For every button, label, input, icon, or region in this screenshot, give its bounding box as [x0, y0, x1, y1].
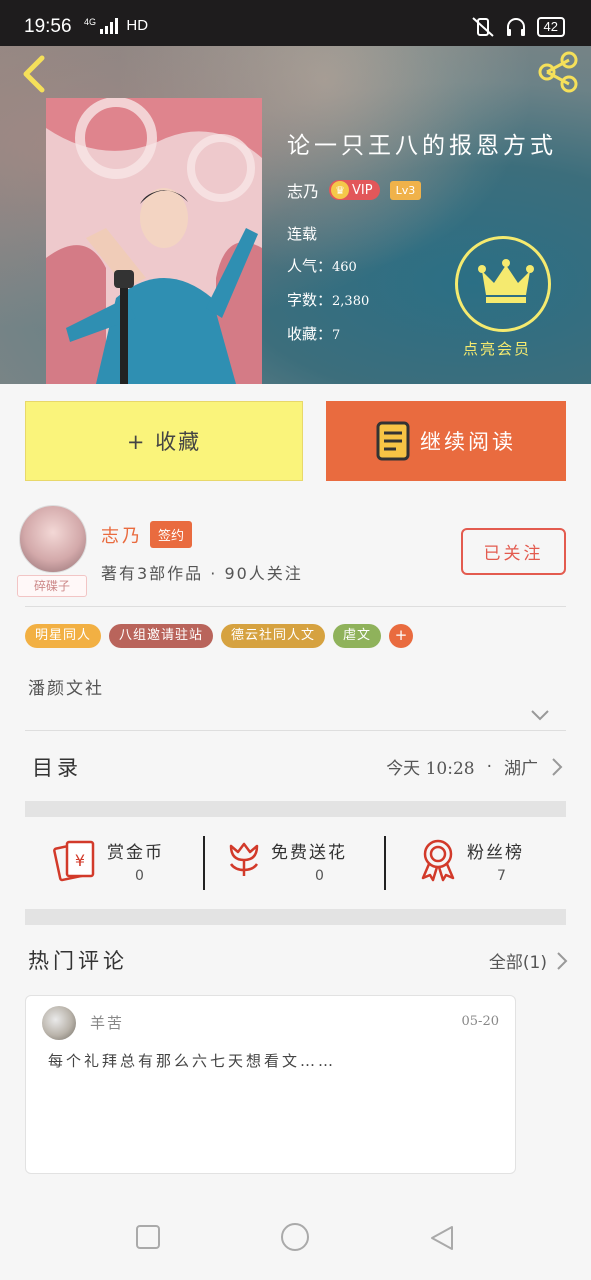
red-envelope-icon: ¥: [53, 840, 95, 882]
tag-chip[interactable]: 虐文: [333, 624, 382, 648]
favorites-label: 收藏：: [287, 325, 333, 343]
toc-latest[interactable]: 今天 10:28 · 湖广: [386, 754, 564, 779]
cover-image: [46, 98, 262, 384]
continue-reading-label: 继续阅读: [420, 430, 516, 454]
vertical-divider: [384, 836, 386, 890]
book-cover[interactable]: [46, 98, 262, 384]
crown-icon: [478, 259, 534, 303]
follow-button[interactable]: 已关注: [461, 528, 566, 575]
status-time: 19:56: [24, 16, 72, 37]
send-flower-label: 免费送花: [271, 843, 347, 863]
back-arrow-icon[interactable]: [14, 52, 54, 96]
book-description: 潘颜文社: [28, 679, 104, 699]
network-indicator: 4G HD: [84, 17, 148, 34]
all-comments-link[interactable]: 全部(1): [489, 948, 569, 973]
favorites-row: 收藏：7: [287, 318, 369, 352]
flower-icon: [229, 842, 259, 876]
add-tag-button[interactable]: +: [389, 624, 414, 648]
signed-badge: 签约: [150, 521, 193, 548]
vip-membership-button[interactable]: [455, 236, 551, 332]
divider: [25, 730, 566, 731]
book-header: 论一只王八的报恩方式 志乃 ♛ VIP Lv3 连载 人气：460 字数：2,3…: [0, 46, 591, 384]
headphone-icon: [506, 18, 525, 36]
tag-chip[interactable]: 八组邀请驻站: [109, 624, 214, 648]
vertical-divider: [203, 836, 205, 890]
level-badge: Lv3: [389, 180, 422, 200]
divider: [25, 606, 566, 607]
toc-updated: 今天 10:28: [386, 759, 475, 779]
send-flower-button[interactable]: 免费送花 0: [221, 830, 371, 892]
word-count-row: 字数：2,380: [287, 284, 369, 318]
avatar[interactable]: [19, 505, 87, 573]
avatar-tag: 碎碟子: [17, 575, 87, 597]
reward-coins-label: 赏金币: [107, 843, 164, 863]
fan-ranking-value: 7: [497, 868, 506, 884]
reward-row: ¥ 赏金币 0 免费送花 0 粉丝榜 7: [25, 830, 566, 892]
book-icon: [376, 421, 410, 461]
svg-text:¥: ¥: [75, 851, 85, 870]
chevron-right-icon: [552, 757, 563, 776]
add-favorite-button[interactable]: + 收藏: [25, 401, 303, 481]
reward-coins-button[interactable]: ¥ 赏金币 0: [53, 830, 203, 892]
author-stats: 著有3部作品 · 90人关注: [101, 564, 303, 583]
commenter-name[interactable]: 羊苦: [90, 1012, 124, 1033]
back-icon[interactable]: [428, 1224, 456, 1252]
crown-icon: ♛: [331, 181, 350, 199]
share-icon[interactable]: [535, 50, 581, 94]
chevron-down-icon[interactable]: [530, 708, 550, 722]
mute-vibrate-icon: [471, 17, 494, 37]
reward-coins-value: 0: [135, 868, 144, 884]
hd-indicator: HD: [126, 17, 149, 34]
section-separator: [25, 909, 566, 925]
chevron-right-icon: [557, 951, 568, 970]
battery-indicator: 42: [536, 17, 565, 37]
word-count-label: 字数：: [287, 291, 333, 309]
favorites-value: 7: [332, 328, 341, 343]
toc-label[interactable]: 目录: [32, 752, 82, 782]
author-name[interactable]: 志乃: [101, 522, 143, 548]
word-count-value: 2,380: [332, 294, 370, 309]
section-separator: [25, 801, 566, 817]
toc-chapter: 湖广: [504, 759, 538, 779]
book-author-row: 志乃 ♛ VIP Lv3: [287, 178, 422, 202]
continue-reading-button[interactable]: 继续阅读: [326, 401, 566, 481]
medal-icon: [421, 839, 455, 882]
status-bar: 19:56 4G HD 42: [0, 0, 591, 46]
popularity-value: 460: [332, 260, 357, 275]
all-comments-label: 全部(1): [488, 953, 547, 973]
commenter-avatar[interactable]: [42, 1006, 76, 1040]
system-navigation-bar: [0, 1200, 591, 1280]
network-type: 4G: [84, 17, 97, 27]
author-avatar-group[interactable]: 碎碟子: [17, 505, 87, 597]
tag-list: 明星同人 八组邀请驻站 德云社同人文 虐文 +: [25, 624, 414, 648]
recent-apps-icon[interactable]: [135, 1224, 161, 1250]
book-title: 论一只王八的报恩方式: [287, 133, 557, 159]
book-author[interactable]: 志乃: [287, 178, 319, 202]
comment-card[interactable]: 羊苦 05-20 每个礼拜总有那么六七天想看文……: [25, 995, 516, 1174]
signal-icon: [100, 18, 119, 34]
vip-cta-label[interactable]: 点亮会员: [463, 338, 531, 359]
book-meta: 连载 人气：460 字数：2,380 收藏：7: [287, 218, 369, 352]
hot-comments-title: 热门评论: [28, 949, 128, 973]
comment-text: 每个礼拜总有那么六七天想看文……: [48, 1052, 337, 1070]
tag-chip[interactable]: 德云社同人文: [221, 624, 326, 648]
serial-status: 连载: [287, 225, 318, 243]
vip-badge: ♛ VIP: [329, 180, 380, 200]
toc-dot: ·: [486, 756, 492, 777]
comment-date: 05-20: [461, 1014, 499, 1029]
fan-ranking-label: 粉丝榜: [467, 843, 524, 863]
home-icon[interactable]: [280, 1222, 310, 1252]
tag-chip[interactable]: 明星同人: [25, 624, 102, 648]
vip-label: VIP: [352, 182, 373, 198]
popularity-row: 人气：460: [287, 250, 369, 284]
fan-ranking-button[interactable]: 粉丝榜 7: [415, 830, 565, 892]
send-flower-value: 0: [315, 868, 324, 884]
popularity-label: 人气：: [287, 257, 333, 275]
